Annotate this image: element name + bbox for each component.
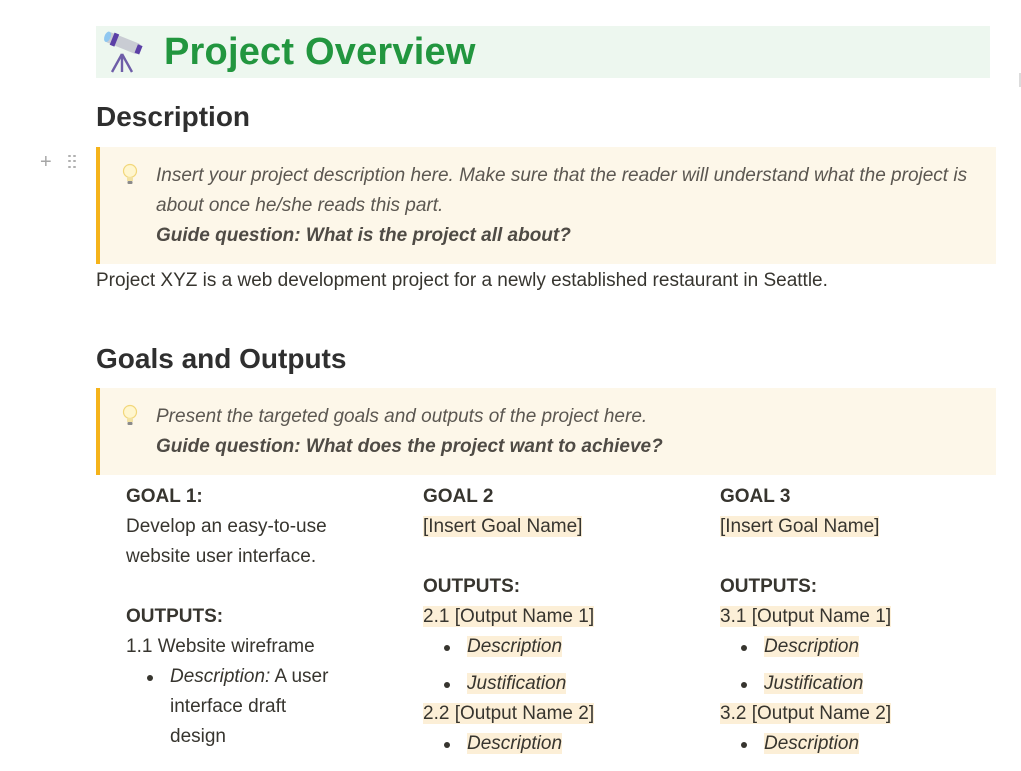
section-heading-goals: Goals and Outputs bbox=[96, 343, 347, 374]
list-item: Description bbox=[441, 632, 693, 662]
output-name[interactable]: 3.2 [Output Name 2] bbox=[720, 703, 892, 724]
output-name: 1.1 Website wireframe bbox=[126, 636, 315, 657]
goals-callout: Present the targeted goals and outputs o… bbox=[96, 388, 996, 475]
goal-name-placeholder[interactable]: [Insert Goal Name] bbox=[423, 516, 583, 537]
outputs-label: OUTPUTS: bbox=[126, 606, 224, 627]
bullet-placeholder[interactable]: Justification bbox=[467, 673, 567, 694]
output-bullets: Description Justification bbox=[423, 632, 693, 699]
telescope-icon bbox=[104, 31, 143, 73]
page-title: Project Overview bbox=[164, 30, 476, 73]
goal-column-1: GOAL 1: Develop an easy-to-use website u… bbox=[126, 482, 396, 752]
output-bullets: Description bbox=[720, 729, 990, 759]
description-body: Project XYZ is a web development project… bbox=[96, 270, 828, 291]
bullet-text: interface draft bbox=[170, 696, 287, 717]
plus-icon[interactable]: + bbox=[40, 152, 52, 172]
goal-name-line: Develop an easy-to-use bbox=[126, 516, 327, 537]
outputs-label: OUTPUTS: bbox=[720, 576, 818, 597]
section-heading-description: Description bbox=[96, 101, 251, 132]
callout-text: Present the targeted goals and outputs o… bbox=[156, 406, 648, 427]
bullet-text: design bbox=[170, 726, 226, 747]
goal-label: GOAL 1: bbox=[126, 486, 203, 507]
description-callout: Insert your project description here. Ma… bbox=[96, 147, 996, 264]
goal-label: GOAL 2 bbox=[423, 486, 494, 507]
lightbulb-icon bbox=[122, 404, 138, 425]
page-title-block: Project Overview bbox=[96, 26, 990, 78]
bullet-placeholder[interactable]: Description bbox=[764, 636, 860, 657]
bullet-placeholder[interactable]: Description bbox=[764, 733, 860, 754]
goal-name-line: website user interface. bbox=[126, 546, 317, 567]
bullet-placeholder[interactable]: Description bbox=[467, 733, 563, 754]
bullet-text: A user bbox=[270, 666, 329, 687]
list-item: Description bbox=[738, 729, 990, 759]
output-bullets: Description bbox=[423, 729, 693, 759]
output-name[interactable]: 3.1 [Output Name 1] bbox=[720, 606, 892, 627]
list-item: Description bbox=[441, 729, 693, 759]
block-controls: + bbox=[40, 152, 76, 172]
outputs-label: OUTPUTS: bbox=[423, 576, 521, 597]
list-item: Description bbox=[738, 632, 990, 662]
list-item: Description: A user interface draft desi… bbox=[144, 662, 396, 752]
goal-label: GOAL 3 bbox=[720, 486, 791, 507]
drag-handle-icon[interactable] bbox=[67, 155, 76, 169]
bullet-label: Description: bbox=[170, 666, 271, 687]
output-bullets: Description: A user interface draft desi… bbox=[126, 662, 396, 752]
bullet-placeholder[interactable]: Description bbox=[467, 636, 563, 657]
bullet-placeholder[interactable]: Justification bbox=[764, 673, 864, 694]
callout-guide-question: Guide question: What is the project all … bbox=[156, 225, 571, 246]
goal-name-placeholder[interactable]: [Insert Goal Name] bbox=[720, 516, 880, 537]
goal-column-2: GOAL 2 [Insert Goal Name] OUTPUTS: 2.1 [… bbox=[423, 482, 693, 766]
list-item: Justification bbox=[441, 669, 693, 699]
list-item: Justification bbox=[738, 669, 990, 699]
output-name[interactable]: 2.1 [Output Name 1] bbox=[423, 606, 595, 627]
callout-text: Insert your project description here. Ma… bbox=[156, 165, 968, 216]
callout-guide-question: Guide question: What does the project wa… bbox=[156, 436, 663, 457]
goal-column-3: GOAL 3 [Insert Goal Name] OUTPUTS: 3.1 [… bbox=[720, 482, 990, 766]
output-bullets: Description Justification bbox=[720, 632, 990, 699]
lightbulb-icon bbox=[122, 163, 138, 184]
output-name[interactable]: 2.2 [Output Name 2] bbox=[423, 703, 595, 724]
